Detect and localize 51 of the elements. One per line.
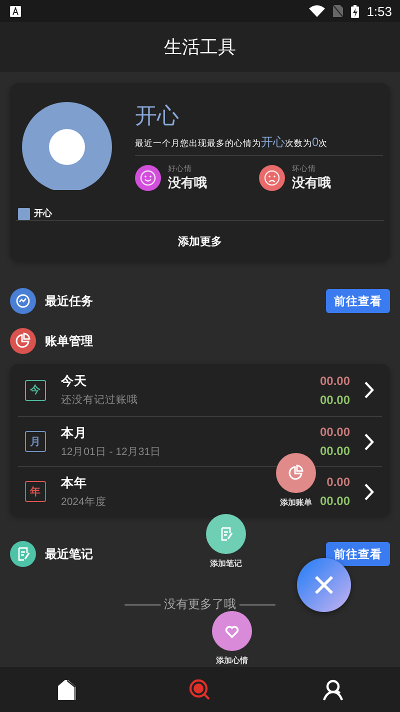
fab-label: 添加笔记: [210, 558, 242, 569]
no-sim-icon: [332, 5, 343, 17]
add-mood-button[interactable]: [212, 611, 252, 651]
user-icon[interactable]: [322, 678, 344, 700]
wifi-icon: [308, 5, 325, 17]
search-icon[interactable]: [188, 678, 211, 700]
bill-period: 本月: [61, 424, 87, 442]
income-amount: 00.00: [320, 392, 350, 406]
stat-value: 没有哦: [292, 174, 331, 192]
smiley-icon: [135, 165, 161, 191]
stat-value: 没有哦: [168, 174, 207, 192]
section-title: 账单管理: [45, 332, 94, 350]
section-title: 最近笔记: [45, 546, 94, 562]
view-button[interactable]: 前往查看: [326, 289, 390, 313]
income-amount: 00.00: [320, 444, 350, 458]
battery-icon: [350, 4, 359, 18]
add-note-button[interactable]: [206, 514, 246, 554]
legend-label: 开心: [34, 207, 52, 220]
end-of-list-text: ——— 没有更多了哦 ———: [124, 596, 276, 613]
income-amount: 00.00: [320, 494, 350, 508]
sad-face-icon: [259, 165, 285, 191]
home-icon[interactable]: [56, 678, 78, 700]
chevron-right-icon[interactable]: [364, 482, 374, 500]
close-button[interactable]: [297, 558, 351, 612]
top-mood: 开心: [135, 102, 179, 129]
date-badge: 今: [25, 380, 46, 400]
chart-icon: [10, 288, 36, 314]
chevron-right-icon[interactable]: [364, 432, 374, 450]
date-badge: 月: [25, 431, 46, 452]
expense-amount: 00.00: [320, 374, 350, 388]
mood-summary: 最近一个月您出现最多的心情为开心次数为0次: [135, 134, 328, 150]
bill-period: 本年: [61, 474, 87, 492]
bill-period: 今天: [61, 373, 87, 390]
date-badge: 年: [25, 481, 46, 502]
fab-label: 添加账单: [280, 497, 312, 508]
fab-label: 添加心情: [216, 655, 248, 666]
expense-amount: 00.00: [320, 425, 350, 439]
add-more-button[interactable]: 添加更多: [178, 234, 222, 248]
bill-subtitle: 2024年度: [61, 494, 106, 508]
expense-amount: 0.00: [326, 475, 350, 489]
note-icon: [10, 541, 36, 567]
chevron-right-icon[interactable]: [364, 381, 374, 399]
status-time: 1:53: [366, 4, 392, 18]
view-button[interactable]: 前往查看: [326, 542, 390, 566]
app-title: 生活工具: [164, 36, 236, 59]
section-title: 最近任务: [45, 292, 94, 310]
bill-subtitle: 还没有记过账哦: [61, 393, 138, 407]
pie-chart-icon: [10, 328, 36, 354]
notification-icon: [10, 6, 21, 16]
close-icon: [314, 575, 334, 595]
bill-subtitle: 12月01日 - 12月31日: [61, 444, 162, 458]
